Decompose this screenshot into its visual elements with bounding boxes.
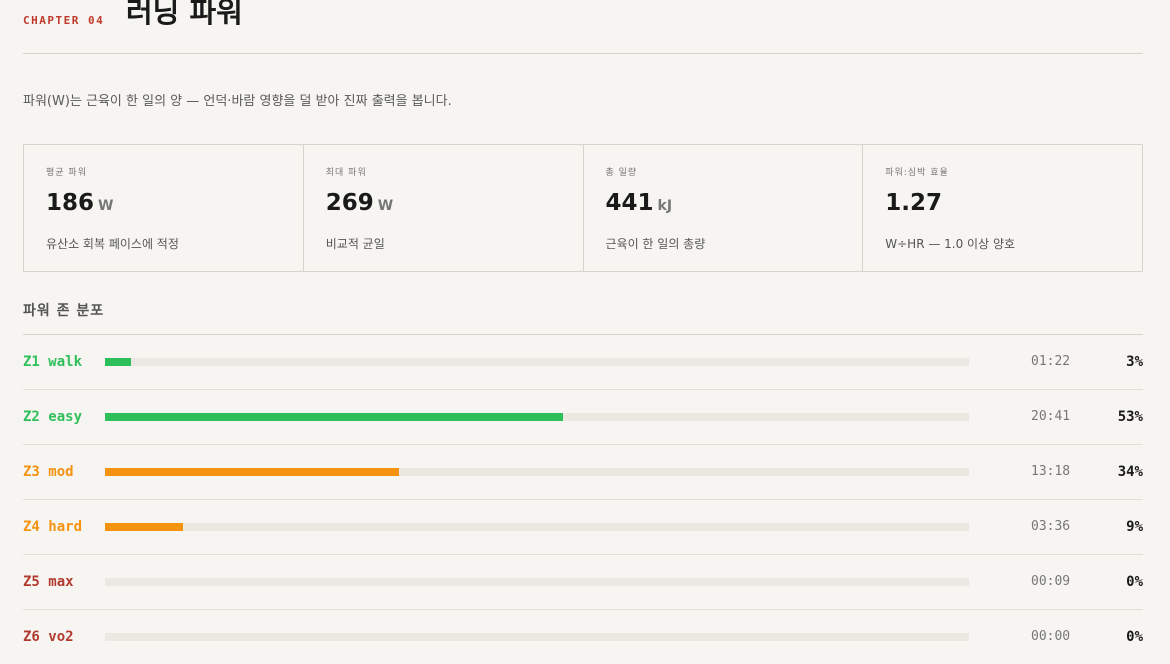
stat-card-efficiency: 파워:심박 효율 1.27 W÷HR — 1.0 이상 양호: [863, 145, 1142, 271]
stat-value: 186: [46, 190, 95, 216]
stat-value-wrap: 441 kJ: [606, 190, 673, 216]
zone-row: Z1 walk 01:22 3%: [23, 335, 1143, 390]
zone-name: Z5 max: [23, 574, 74, 590]
zone-row: Z3 mod 13:18 34%: [23, 445, 1143, 500]
stats-panel: 평균 파워 186 W 유산소 회복 페이스에 적정 최대 파워 269 W 비교적…: [23, 144, 1143, 272]
stat-value-wrap: 269 W: [326, 190, 393, 216]
zone-bar-fill: [105, 468, 399, 476]
zone-row: Z6 vo2 00:00 0%: [23, 610, 1143, 664]
zone-name: Z3 mod: [23, 464, 74, 480]
stat-description: 근육이 한 일의 총량: [605, 237, 706, 251]
stat-value-wrap: 1.27: [885, 190, 946, 216]
zone-bar-track: [105, 523, 969, 531]
zone-row: Z4 hard 03:36 9%: [23, 500, 1143, 555]
stat-card-avg-power: 평균 파워 186 W 유산소 회복 페이스에 적정: [24, 145, 304, 271]
intro-text: 파워(W)는 근육이 한 일의 양 — 언덕·바람 영향을 덜 받아 진짜 출력…: [23, 94, 452, 109]
stat-label: 최대 파워: [325, 168, 367, 178]
zone-time: 00:00: [1031, 629, 1071, 644]
stat-value-wrap: 186 W: [46, 190, 113, 216]
zone-name: Z6 vo2: [23, 629, 74, 645]
zone-time: 20:41: [1031, 409, 1071, 424]
zone-time: 03:36: [1031, 519, 1071, 534]
stat-label: 총 일량: [605, 168, 638, 178]
zone-time: 00:09: [1031, 574, 1071, 589]
zone-percent: 0%: [1126, 574, 1143, 590]
zone-percent: 53%: [1117, 409, 1143, 425]
zone-bar-track: [105, 413, 969, 421]
zone-name: Z4 hard: [23, 519, 83, 535]
zone-bar-track: [105, 633, 969, 641]
chapter-label: CHAPTER 04: [23, 14, 105, 27]
zone-bar-track: [105, 468, 969, 476]
zone-bar-fill: [105, 358, 131, 366]
zone-percent: 9%: [1126, 519, 1143, 535]
zone-time: 13:18: [1031, 464, 1071, 479]
stat-card-total-work: 총 일량 441 kJ 근육이 한 일의 총량: [584, 145, 864, 271]
zone-bar-fill: [105, 413, 563, 421]
stat-label: 평균 파워: [46, 168, 87, 178]
stat-description: 비교적 균일: [325, 237, 385, 251]
zone-distribution-list: Z1 walk 01:22 3% Z2 easy 20:41 53% Z3 mod 13:18…: [23, 334, 1143, 664]
stat-description: 유산소 회복 페이스에 적정: [46, 237, 179, 251]
zone-bar-track: [105, 578, 969, 586]
stat-unit: W: [377, 198, 394, 214]
zone-percent: 0%: [1126, 629, 1143, 645]
zone-bar-fill: [105, 523, 183, 531]
stat-value: 1.27: [885, 190, 942, 216]
zone-bar-track: [105, 358, 969, 366]
zone-time: 01:22: [1031, 354, 1071, 369]
zone-percent: 34%: [1117, 464, 1143, 480]
page-title: 러닝 파워: [126, 0, 243, 29]
stat-label: 파워:심박 효율: [885, 168, 949, 178]
zone-name: Z2 easy: [23, 409, 83, 425]
stat-card-max-power: 최대 파워 269 W 비교적 균일: [304, 145, 584, 271]
stat-value: 441: [605, 190, 654, 216]
zone-row: Z2 easy 20:41 53%: [23, 390, 1143, 445]
stat-value: 269: [325, 190, 374, 216]
zone-section-title: 파워 존 분포: [23, 303, 105, 319]
zone-percent: 3%: [1126, 354, 1143, 370]
stat-description: W÷HR — 1.0 이상 양호: [885, 237, 1016, 251]
stat-unit: kJ: [657, 198, 673, 214]
zone-row: Z5 max 00:09 0%: [23, 555, 1143, 610]
zone-name: Z1 walk: [23, 354, 83, 370]
stat-unit: W: [98, 198, 114, 214]
chapter-header: CHAPTER 04 러닝 파워: [23, 0, 1143, 54]
